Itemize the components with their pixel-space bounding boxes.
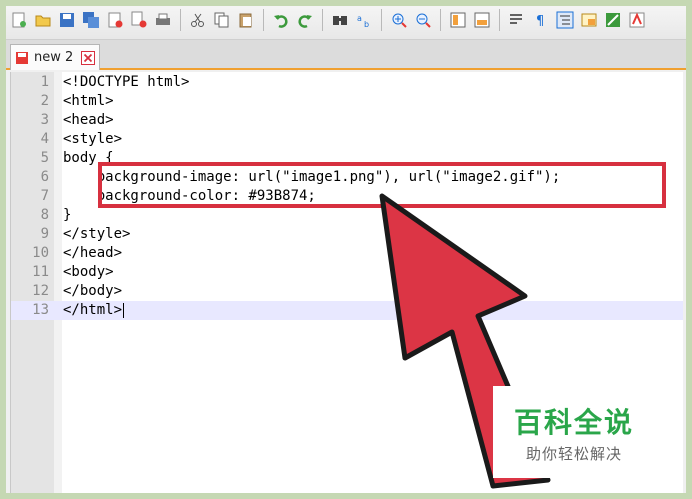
- code-line[interactable]: 9 </style>: [11, 225, 683, 244]
- toolbar-separator: [381, 8, 382, 31]
- svg-text:a: a: [357, 14, 362, 23]
- new-file-icon[interactable]: [8, 9, 30, 31]
- line-number: 11: [32, 264, 49, 280]
- replace-icon[interactable]: ab: [353, 9, 375, 31]
- close-icon[interactable]: [104, 9, 126, 31]
- close-tab-icon[interactable]: [81, 50, 95, 65]
- word-wrap-icon[interactable]: [506, 9, 528, 31]
- line-text: <body>: [63, 264, 114, 280]
- line-text: <head>: [63, 112, 114, 128]
- line-number: 6: [40, 169, 49, 185]
- line-text: <!DOCTYPE html>: [63, 74, 190, 90]
- tab-bar: new 2: [0, 40, 692, 70]
- code-line[interactable]: 1 <!DOCTYPE html>: [11, 73, 683, 92]
- show-all-chars-icon[interactable]: ¶: [530, 9, 552, 31]
- indent-guide-icon[interactable]: [554, 9, 576, 31]
- find-icon[interactable]: [329, 9, 351, 31]
- zoom-in-icon[interactable]: [388, 9, 410, 31]
- line-number: 4: [40, 131, 49, 147]
- code-line[interactable]: 8}: [11, 206, 683, 225]
- line-number: 3: [40, 112, 49, 128]
- save-icon[interactable]: [56, 9, 78, 31]
- line-number: 13: [32, 302, 49, 318]
- code-line[interactable]: 10 </head>: [11, 244, 683, 263]
- line-text: </html>: [63, 302, 125, 318]
- line-number: 1: [40, 74, 49, 90]
- line-text: </head>: [63, 245, 123, 261]
- code-line-current[interactable]: 13 </html>: [11, 301, 683, 320]
- zoom-out-icon[interactable]: [412, 9, 434, 31]
- code-line[interactable]: 4 <style>: [11, 130, 683, 149]
- line-number: 7: [40, 188, 49, 204]
- svg-text:b: b: [364, 20, 369, 29]
- line-number: 9: [40, 226, 49, 242]
- unsaved-file-icon: [16, 51, 28, 64]
- toolbar-separator: [263, 8, 264, 31]
- toolbar-separator: [322, 8, 323, 31]
- document-map-icon[interactable]: [602, 9, 624, 31]
- open-file-icon[interactable]: [32, 9, 54, 31]
- line-text: </body>: [63, 283, 123, 299]
- sync-horizontal-icon[interactable]: [471, 9, 493, 31]
- line-text: }: [63, 207, 72, 223]
- text-caret: [123, 302, 125, 318]
- sync-vertical-icon[interactable]: [447, 9, 469, 31]
- line-text: <style>: [63, 131, 123, 147]
- print-icon[interactable]: [152, 9, 174, 31]
- copy-icon[interactable]: [211, 9, 233, 31]
- cut-icon[interactable]: [187, 9, 209, 31]
- line-number: 5: [40, 150, 49, 166]
- code-line[interactable]: 11 <body>: [11, 263, 683, 282]
- user-language-icon[interactable]: [578, 9, 600, 31]
- toolbar-separator: [499, 8, 500, 31]
- line-text: <html>: [63, 93, 114, 109]
- highlight-box: [98, 162, 666, 208]
- watermark-title: 百科全说: [513, 405, 634, 439]
- paste-icon[interactable]: [235, 9, 257, 31]
- watermark: 百科全说 助你轻松解决: [493, 386, 655, 478]
- line-number: 8: [40, 207, 49, 223]
- line-number: 2: [40, 93, 49, 109]
- code-line[interactable]: 3 <head>: [11, 111, 683, 130]
- watermark-subtitle: 助你轻松解决: [525, 444, 622, 463]
- code-line[interactable]: 12 </body>: [11, 282, 683, 301]
- macro-record-icon[interactable]: [626, 9, 648, 31]
- toolbar-separator: [180, 8, 181, 31]
- line-text: </style>: [63, 226, 131, 242]
- svg-text:¶: ¶: [536, 14, 544, 29]
- line-number: 10: [32, 245, 49, 261]
- line-number: 12: [32, 283, 49, 299]
- toolbar-separator: [440, 8, 441, 31]
- redo-icon[interactable]: [294, 9, 316, 31]
- tab-new-2[interactable]: new 2: [10, 44, 100, 70]
- undo-icon[interactable]: [270, 9, 292, 31]
- close-all-icon[interactable]: [128, 9, 150, 31]
- toolbar: ab ¶: [0, 0, 692, 40]
- code-line[interactable]: 2 <html>: [11, 92, 683, 111]
- tab-label: new 2: [34, 50, 74, 65]
- save-all-icon[interactable]: [80, 9, 102, 31]
